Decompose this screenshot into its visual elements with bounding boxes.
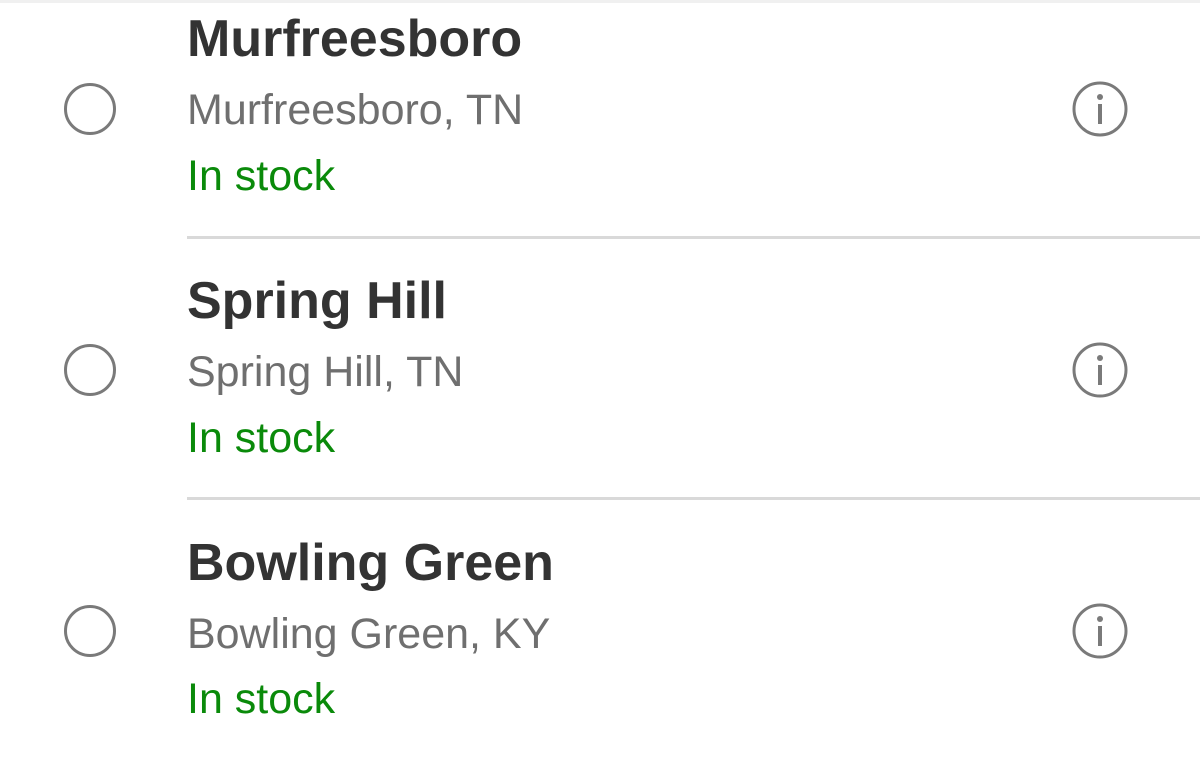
radio-unselected-icon[interactable]: [64, 83, 116, 135]
radio-unselected-icon[interactable]: [64, 605, 116, 657]
store-location: Spring Hill, TN: [187, 348, 464, 396]
stock-status: In stock: [187, 414, 336, 462]
info-icon[interactable]: [1072, 603, 1128, 659]
store-name: Spring Hill: [187, 272, 447, 330]
store-option-murfreesboro[interactable]: Murfreesboro Murfreesboro, TN In stock: [0, 0, 1200, 237]
stock-status: In stock: [187, 152, 336, 200]
store-name: Bowling Green: [187, 534, 554, 592]
store-name: Murfreesboro: [187, 10, 523, 68]
radio-unselected-icon[interactable]: [64, 344, 116, 396]
store-list: Murfreesboro Murfreesboro, TN In stock S…: [0, 0, 1200, 759]
info-icon[interactable]: [1072, 342, 1128, 398]
store-option-spring-hill[interactable]: Spring Hill Spring Hill, TN In stock: [0, 239, 1200, 498]
info-icon[interactable]: [1072, 81, 1128, 137]
stock-status: In stock: [187, 675, 336, 723]
store-option-bowling-green[interactable]: Bowling Green Bowling Green, KY In stock: [0, 500, 1200, 759]
store-location: Murfreesboro, TN: [187, 86, 524, 134]
store-location: Bowling Green, KY: [187, 610, 551, 658]
